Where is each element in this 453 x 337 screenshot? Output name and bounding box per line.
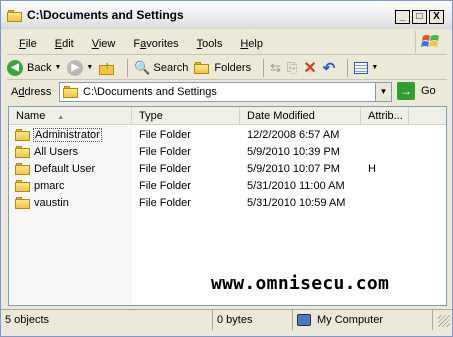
maximize-button[interactable]: □: [412, 10, 427, 24]
move-to-icon: ⇆: [270, 59, 281, 75]
chevron-down-icon: ▼: [54, 64, 62, 71]
folder-icon: [15, 196, 31, 209]
my-computer-icon: [297, 314, 311, 326]
file-date: 5/9/2010 10:39 PM: [247, 145, 340, 158]
file-name: Default User: [34, 162, 96, 175]
back-button[interactable]: ◀ Back ▼: [7, 59, 62, 76]
sort-ascending-icon: ▲: [57, 114, 65, 121]
up-folder-icon: ↑: [99, 60, 115, 76]
file-attributes: H: [368, 162, 376, 175]
column-header-date[interactable]: Date Modified: [240, 107, 361, 125]
windows-logo-icon: [415, 31, 445, 53]
column-header-name[interactable]: Name ▲: [9, 107, 132, 125]
undo-icon: ↶: [322, 59, 336, 77]
table-row[interactable]: pmarc File Folder 5/31/2010 11:00 AM: [9, 177, 446, 194]
column-header-attributes[interactable]: Attrib...: [361, 107, 409, 125]
table-row[interactable]: Default User File Folder 5/9/2010 10:07 …: [9, 160, 446, 177]
menu-help[interactable]: Help: [240, 38, 263, 50]
table-row[interactable]: vaustin File Folder 5/31/2010 10:59 AM: [9, 194, 446, 211]
toolbar-divider: [127, 58, 129, 77]
copy-to-button[interactable]: ⎘: [287, 60, 297, 76]
menu-favorites[interactable]: Favorites: [133, 38, 178, 50]
address-bar: Address C:\Documents and Settings ▼ → Go: [7, 81, 447, 103]
table-row[interactable]: Administrator File Folder 12/2/2008 6:57…: [9, 126, 446, 143]
file-date: 5/9/2010 10:07 PM: [247, 162, 340, 175]
menu-view[interactable]: View: [92, 38, 116, 50]
address-value: C:\Documents and Settings: [83, 86, 217, 98]
delete-button[interactable]: ✕: [303, 58, 316, 78]
search-button[interactable]: 🔍 Search: [134, 60, 188, 76]
file-type: File Folder: [139, 145, 191, 158]
forward-button[interactable]: ▶ ▼: [67, 59, 94, 76]
file-name: pmarc: [34, 179, 65, 192]
chevron-down-icon: ▼: [379, 87, 388, 96]
resize-grip[interactable]: [438, 315, 450, 327]
address-label: Address: [11, 86, 52, 98]
folders-icon: [194, 61, 210, 74]
move-to-button[interactable]: ⇆: [270, 60, 281, 76]
copy-to-icon: ⎘: [286, 59, 298, 75]
file-type: File Folder: [139, 162, 191, 175]
delete-x-icon: ✕: [303, 59, 317, 77]
menu-bar: File Edit View Favorites Tools Help: [7, 31, 447, 55]
chevron-down-icon: ▼: [371, 64, 379, 71]
status-object-count: 5 objects: [1, 310, 213, 330]
views-button[interactable]: ▼: [354, 61, 379, 74]
undo-button[interactable]: ↶: [323, 59, 336, 77]
file-type: File Folder: [139, 128, 191, 141]
file-date: 12/2/2008 6:57 AM: [247, 128, 340, 141]
status-bar: 5 objects 0 bytes My Computer: [1, 309, 452, 330]
status-size: 0 bytes: [213, 310, 293, 330]
address-input[interactable]: C:\Documents and Settings ▼: [59, 82, 392, 102]
up-folder-button[interactable]: ↑: [99, 60, 115, 76]
menu-tools[interactable]: Tools: [197, 38, 223, 50]
file-name: Administrator: [33, 127, 102, 142]
folder-icon: [15, 162, 31, 175]
file-rows: Administrator File Folder 12/2/2008 6:57…: [9, 126, 446, 211]
file-date: 5/31/2010 11:00 AM: [247, 179, 345, 192]
toolbar: ◀ Back ▼ ▶ ▼ ↑ 🔍 Search Folders ⇆ ⎘ ✕ ↶ …: [7, 56, 447, 80]
watermark-text: www.omnisecu.com: [211, 273, 390, 294]
folders-button[interactable]: Folders: [194, 61, 251, 74]
file-name: All Users: [34, 145, 79, 158]
chevron-down-icon: ▼: [86, 64, 94, 71]
forward-arrow-icon: ▶: [67, 59, 84, 76]
search-icon: 🔍: [134, 59, 151, 75]
file-name: vaustin: [34, 196, 69, 209]
toolbar-divider: [263, 58, 265, 77]
status-location: My Computer: [293, 310, 433, 330]
go-arrow-icon: →: [397, 82, 415, 100]
folder-icon: [15, 145, 31, 158]
explorer-window: C:\Documents and Settings _ □ X File Edi…: [0, 0, 453, 337]
window-title: C:\Documents and Settings: [27, 8, 184, 22]
table-row[interactable]: All Users File Folder 5/9/2010 10:39 PM: [9, 143, 446, 160]
address-dropdown-button[interactable]: ▼: [375, 83, 391, 101]
back-arrow-icon: ◀: [7, 59, 23, 76]
toolbar-divider: [347, 58, 349, 77]
file-type: File Folder: [139, 179, 191, 192]
menu-file[interactable]: File: [19, 38, 37, 50]
file-date: 5/31/2010 10:59 AM: [247, 196, 346, 209]
views-icon: [354, 61, 369, 74]
minimize-button[interactable]: _: [395, 10, 410, 24]
menu-edit[interactable]: Edit: [55, 38, 74, 50]
folder-icon: [7, 10, 23, 22]
folder-icon: [15, 179, 31, 192]
file-type: File Folder: [139, 196, 191, 209]
close-button[interactable]: X: [429, 10, 444, 24]
column-header-type[interactable]: Type: [132, 107, 240, 125]
title-bar[interactable]: C:\Documents and Settings _ □ X: [1, 1, 452, 29]
folder-icon: [15, 128, 31, 141]
column-headers: Name ▲ Type Date Modified Attrib...: [9, 107, 446, 125]
folder-icon: [63, 86, 79, 98]
go-button[interactable]: → Go: [397, 82, 436, 100]
